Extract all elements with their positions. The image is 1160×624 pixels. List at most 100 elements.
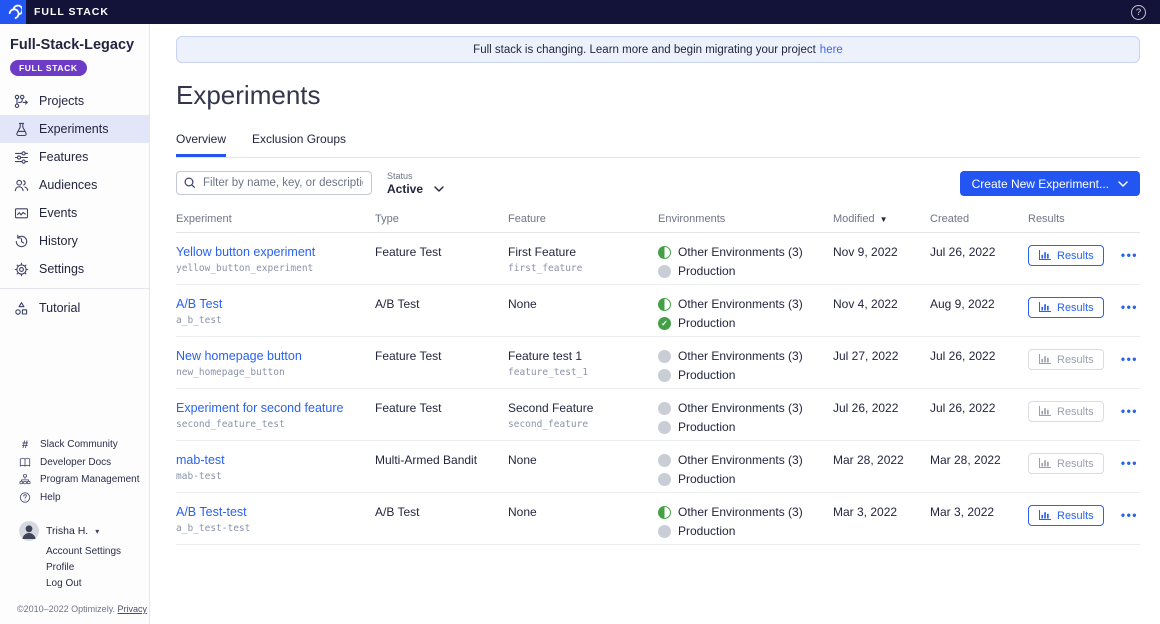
brand-title: FULL STACK <box>34 6 109 18</box>
sidebar-nav: Projects Experiments Features Audiences Even… <box>0 87 149 322</box>
experiment-cell: Yellow button experiment yellow_button_ex… <box>176 245 375 274</box>
sort-desc-icon: ▼ <box>879 214 888 224</box>
experiment-type: Feature Test <box>375 245 442 259</box>
bar-chart-icon <box>1039 406 1051 416</box>
sidebar-item-tutorial[interactable]: Tutorial <box>0 294 149 322</box>
feature-name: None <box>508 505 537 519</box>
footer-link-program-management[interactable]: Program Management <box>0 471 149 489</box>
experiment-name-link[interactable]: A/B Test <box>176 297 375 311</box>
tab-overview[interactable]: Overview <box>176 132 227 157</box>
table-row: New homepage button new_homepage_button Fe… <box>176 337 1140 389</box>
create-new-experiment-button[interactable]: Create New Experiment... <box>959 171 1140 196</box>
column-header-experiment[interactable]: Experiment <box>176 213 375 225</box>
environments-cell: Other Environments (3) ✓ Production <box>658 297 833 330</box>
modified-date: Nov 9, 2022 <box>833 245 898 259</box>
results-button[interactable]: Results <box>1028 297 1104 318</box>
experiment-name-link[interactable]: A/B Test-test <box>176 505 375 519</box>
results-cell: Results ••• <box>1028 245 1140 266</box>
feature-key: second_feature <box>508 419 589 430</box>
status-filter-dropdown[interactable]: Status Active <box>387 171 444 196</box>
environment-status: Other Environments (3) <box>658 401 833 415</box>
privacy-link[interactable]: Privacy <box>118 604 148 614</box>
footer-link-slack-community[interactable]: # Slack Community <box>0 436 149 454</box>
results-button[interactable]: Results <box>1028 453 1104 474</box>
experiments-icon <box>14 122 29 137</box>
bar-chart-icon <box>1039 458 1051 468</box>
sidebar-item-projects[interactable]: Projects <box>0 87 149 115</box>
column-header-environments[interactable]: Environments <box>658 213 833 225</box>
copyright: ©2010–2022 Optimizely. Privacy <box>17 604 148 614</box>
row-more-menu-icon[interactable]: ••• <box>1121 349 1138 370</box>
sidebar-item-events[interactable]: Events <box>0 199 149 227</box>
experiment-type: A/B Test <box>375 505 420 519</box>
row-more-menu-icon[interactable]: ••• <box>1121 401 1138 422</box>
sidebar-item-settings[interactable]: Settings <box>0 255 149 283</box>
experiment-key: a_b_test <box>176 315 222 326</box>
bar-chart-icon <box>1039 510 1051 520</box>
table-row: Experiment for second feature second_feat… <box>176 389 1140 441</box>
column-header-feature[interactable]: Feature <box>508 213 658 225</box>
project-type-badge: FULL STACK <box>10 60 87 76</box>
experiment-name-link[interactable]: Experiment for second feature <box>176 401 375 415</box>
results-button[interactable]: Results <box>1028 349 1104 370</box>
sidebar-item-history[interactable]: History <box>0 227 149 255</box>
footer-link-developer-docs[interactable]: Developer Docs <box>0 454 149 472</box>
experiment-key: a_b_test-test <box>176 523 251 534</box>
experiment-name-link[interactable]: mab-test <box>176 453 375 467</box>
optimizely-logo-icon <box>8 4 22 20</box>
experiment-name-link[interactable]: Yellow button experiment <box>176 245 375 259</box>
environment-status: Other Environments (3) <box>658 453 833 467</box>
created-date: Aug 9, 2022 <box>930 297 995 311</box>
environment-paused-icon <box>658 264 671 278</box>
results-button[interactable]: Results <box>1028 401 1104 422</box>
features-icon <box>14 150 29 165</box>
bar-chart-icon <box>1039 302 1051 312</box>
column-header-modified[interactable]: Modified ▼ <box>833 213 930 225</box>
user-menu-item-profile[interactable]: Profile <box>0 562 149 573</box>
experiment-name-link[interactable]: New homepage button <box>176 349 375 363</box>
feature-cell: Feature test 1 feature_test_1 <box>508 349 658 378</box>
tab-exclusion-groups[interactable]: Exclusion Groups <box>252 132 346 157</box>
created-date: Jul 26, 2022 <box>930 245 996 259</box>
environment-status: Other Environments (3) <box>658 349 833 363</box>
experiment-cell: Experiment for second feature second_feat… <box>176 401 375 430</box>
page-title: Experiments <box>176 80 321 110</box>
optimizely-logo[interactable] <box>0 0 26 24</box>
table-row: mab-test mab-test Multi-Armed Bandit None Ot… <box>176 441 1140 493</box>
row-more-menu-icon[interactable]: ••• <box>1121 297 1138 318</box>
user-menu-item-account-settings[interactable]: Account Settings <box>0 546 149 557</box>
sidebar-item-label: Settings <box>39 262 85 276</box>
created-date: Jul 26, 2022 <box>930 401 996 415</box>
table-row: A/B Test a_b_test A/B Test None Other Enviro… <box>176 285 1140 337</box>
row-more-menu-icon[interactable]: ••• <box>1121 453 1138 474</box>
chevron-down-icon <box>434 186 444 192</box>
column-header-results[interactable]: Results <box>1028 213 1140 225</box>
user-menu-toggle[interactable]: Trisha H. ▾ <box>0 521 149 541</box>
row-more-menu-icon[interactable]: ••• <box>1121 505 1138 526</box>
column-header-type[interactable]: Type <box>375 213 508 225</box>
results-cell: Results ••• <box>1028 297 1140 318</box>
sidebar-item-audiences[interactable]: Audiences <box>0 171 149 199</box>
environment-partial-icon <box>658 297 671 311</box>
experiment-cell: New homepage button new_homepage_button <box>176 349 375 378</box>
search-input[interactable] <box>176 171 372 195</box>
sidebar-item-experiments[interactable]: Experiments <box>0 115 149 143</box>
sidebar-item-features[interactable]: Features <box>0 143 149 171</box>
row-more-menu-icon[interactable]: ••• <box>1121 245 1138 266</box>
footer-link-help[interactable]: Help <box>0 489 149 507</box>
environment-paused-icon <box>658 524 671 538</box>
help-icon[interactable]: ? <box>1131 4 1146 20</box>
environment-status: Production <box>658 368 833 382</box>
help-icon <box>19 491 31 503</box>
feature-cell: Second Feature second_feature <box>508 401 658 430</box>
results-button[interactable]: Results <box>1028 245 1104 266</box>
experiment-key: new_homepage_button <box>176 367 285 378</box>
column-header-created[interactable]: Created <box>930 213 1028 225</box>
results-button[interactable]: Results <box>1028 505 1104 526</box>
sidebar-item-label: Projects <box>39 94 85 108</box>
banner-here-link[interactable]: here <box>820 44 843 56</box>
tutorial-icon <box>14 301 29 316</box>
environment-partial-icon <box>658 245 671 259</box>
modified-date: Mar 28, 2022 <box>833 453 904 467</box>
user-menu-item-log-out[interactable]: Log Out <box>0 578 149 589</box>
